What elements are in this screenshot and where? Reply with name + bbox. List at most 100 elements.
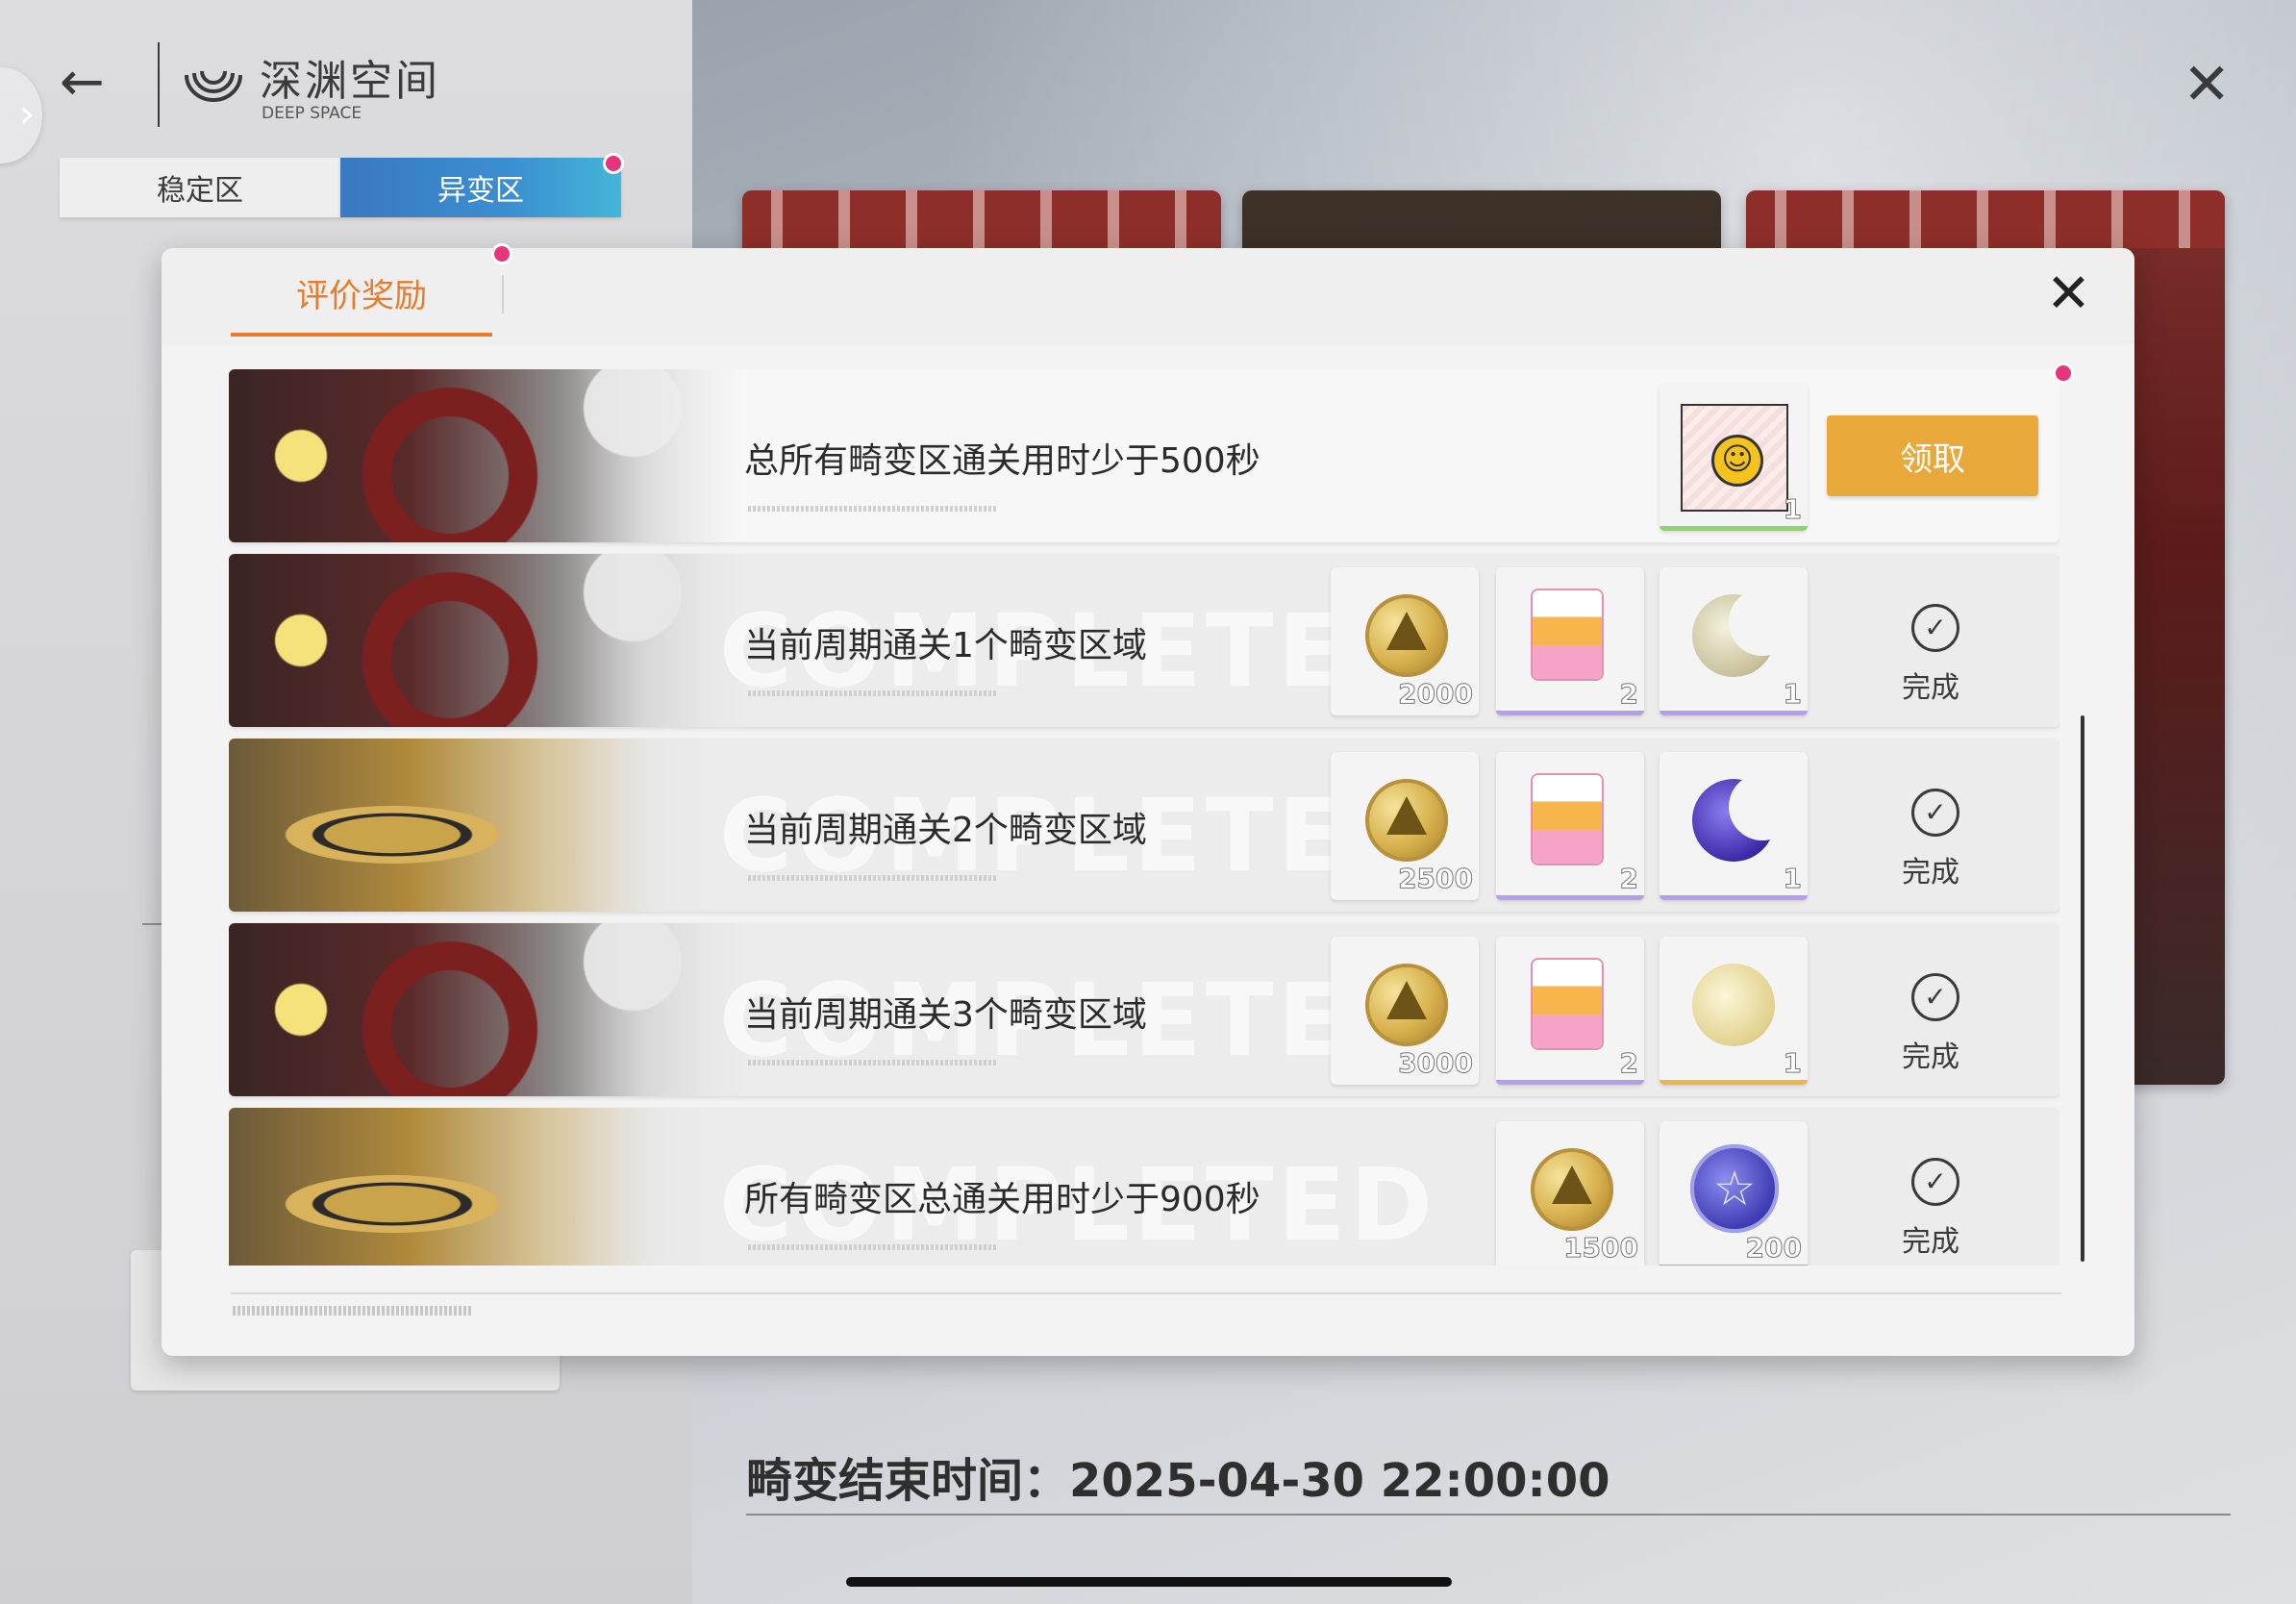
reward-quantity: 1 [1783, 863, 1803, 895]
gold-moon-icon [1692, 964, 1775, 1046]
gold-coin-icon [1531, 1148, 1613, 1231]
reward-task-list[interactable]: 总所有畸变区通关用时少于500秒 ☺ 1 领取 COMPLETED 当前周期通关… [229, 369, 2059, 1266]
home-indicator[interactable] [846, 1577, 1452, 1587]
reward-item[interactable]: ☺ 1 [1660, 383, 1808, 531]
reward-item[interactable]: 2 [1496, 752, 1644, 900]
rating-rewards-modal: 评价奖励 ✕ 总所有畸变区通关用时少于500秒 ☺ 1 领取 COMPLETED… [162, 248, 2134, 1356]
task-row: COMPLETED 当前周期通关3个畸变区域 3000 2 1 ✓ 完成 [229, 923, 2059, 1096]
footer-subtext [233, 1306, 473, 1316]
reward-item[interactable]: 1500 [1496, 1121, 1644, 1266]
reward-quantity: 3000 [1398, 1047, 1474, 1080]
reward-item[interactable]: ☆ 200 [1660, 1121, 1808, 1266]
reward-item[interactable]: 1 [1660, 752, 1808, 900]
done-status: ✓ 完成 [1825, 1108, 2046, 1266]
done-status: ✓ 完成 [1825, 554, 2046, 727]
check-circle-icon: ✓ [1911, 1158, 1959, 1206]
check-circle-icon: ✓ [1911, 789, 1959, 837]
zone-tabs: 稳定区 异变区 [60, 158, 621, 217]
task-row: 总所有畸变区通关用时少于500秒 ☺ 1 领取 [229, 369, 2059, 542]
modal-tab-badge [494, 246, 510, 262]
done-label: 完成 [1902, 856, 1959, 890]
scrollbar[interactable] [2081, 715, 2084, 1262]
reward-item[interactable]: 2000 [1331, 567, 1479, 715]
reward-quantity: 200 [1745, 1232, 1802, 1265]
rarity-bar [1660, 1265, 1808, 1266]
ornament [1746, 190, 2225, 248]
task-subtext [748, 875, 998, 881]
silver-moon-icon [1692, 589, 1796, 677]
close-icon[interactable]: ✕ [2046, 267, 2091, 321]
close-icon[interactable]: ✕ [2183, 56, 2231, 113]
header-divider [158, 42, 160, 127]
reward-quantity: 1 [1783, 1047, 1803, 1080]
task-title: 当前周期通关2个畸变区域 [744, 811, 1147, 850]
reward-item[interactable]: 2 [1496, 937, 1644, 1085]
reward-quantity: 2 [1619, 678, 1639, 711]
check-circle-icon: ✓ [1911, 973, 1959, 1021]
rarity-bar [1660, 1080, 1808, 1085]
anomaly-end-time: 畸变结束时间：2025-04-30 22:00:00 [746, 1454, 1610, 1508]
logo-subtitle: DEEP SPACE [262, 104, 362, 123]
done-label: 完成 [1902, 671, 1959, 705]
rarity-bar [1660, 895, 1808, 900]
task-row: COMPLETED 所有畸变区总通关用时少于900秒 1500 ☆ 200 ✓ … [229, 1108, 2059, 1266]
claim-button[interactable]: 领取 [1827, 415, 2038, 496]
gold-coin-icon [1365, 779, 1448, 862]
tab-rating-rewards[interactable]: 评价奖励 [231, 248, 492, 337]
reward-quantity: 1500 [1563, 1232, 1639, 1265]
tab-stable-zone[interactable]: 稳定区 [60, 158, 340, 217]
divider [142, 923, 163, 925]
gold-coin-icon [1365, 964, 1448, 1046]
chevron-right-icon: › [19, 92, 35, 137]
anomaly-tab-badge [606, 156, 621, 171]
reward-item[interactable]: 2500 [1331, 752, 1479, 900]
rarity-bar [1496, 1080, 1644, 1085]
done-status: ✓ 完成 [1825, 923, 2046, 1096]
milk-carton-icon [1533, 775, 1602, 864]
logo-title: 深渊空间 [260, 57, 440, 106]
task-subtext [748, 1244, 998, 1250]
deep-space-logo-icon [185, 70, 242, 102]
reward-quantity: 1 [1783, 678, 1803, 711]
tab-underline [231, 333, 492, 337]
done-label: 完成 [1902, 1040, 1959, 1074]
task-title: 当前周期通关1个畸变区域 [744, 626, 1147, 665]
rarity-bar [1660, 711, 1808, 715]
task-subtext [748, 1060, 998, 1065]
reward-quantity: 2 [1619, 863, 1639, 895]
star-coin-icon: ☆ [1690, 1144, 1779, 1233]
reward-quantity: 2 [1619, 1047, 1639, 1080]
task-subtext [748, 506, 998, 512]
rarity-bar [1496, 895, 1644, 900]
divider [231, 1292, 2061, 1294]
arrow-left-icon[interactable]: ← [60, 56, 105, 110]
done-status: ✓ 完成 [1825, 739, 2046, 912]
reward-item[interactable]: 3000 [1331, 937, 1479, 1085]
ornament [742, 190, 1221, 248]
task-row: COMPLETED 当前周期通关2个畸变区域 2500 2 1 ✓ 完成 [229, 739, 2059, 912]
task-row: COMPLETED 当前周期通关1个畸变区域 2000 2 1 ✓ 完成 [229, 554, 2059, 727]
task-title: 当前周期通关3个畸变区域 [744, 995, 1147, 1035]
reward-quantity: 1 [1783, 493, 1803, 526]
tab-separator [502, 275, 504, 313]
reward-item[interactable]: 1 [1660, 937, 1808, 1085]
reward-quantity: 2000 [1398, 678, 1474, 711]
rarity-bar [1660, 526, 1808, 531]
milk-carton-icon [1533, 590, 1602, 679]
task-subtext [748, 690, 998, 696]
reward-quantity: 2500 [1398, 863, 1474, 895]
reward-item[interactable]: 1 [1660, 567, 1808, 715]
check-circle-icon: ✓ [1911, 604, 1959, 652]
tab-anomaly-zone[interactable]: 异变区 [340, 158, 621, 217]
claimable-badge [2056, 365, 2071, 381]
reward-item[interactable]: 2 [1496, 567, 1644, 715]
divider [746, 1514, 2231, 1516]
purple-moon-icon [1692, 773, 1796, 862]
milk-carton-icon [1533, 960, 1602, 1048]
gold-coin-icon [1365, 594, 1448, 677]
rarity-bar [1496, 711, 1644, 715]
task-title: 总所有畸变区通关用时少于500秒 [744, 441, 1260, 481]
smile-card-icon: ☺ [1681, 404, 1788, 512]
task-title: 所有畸变区总通关用时少于900秒 [744, 1180, 1260, 1219]
done-label: 完成 [1902, 1225, 1959, 1259]
